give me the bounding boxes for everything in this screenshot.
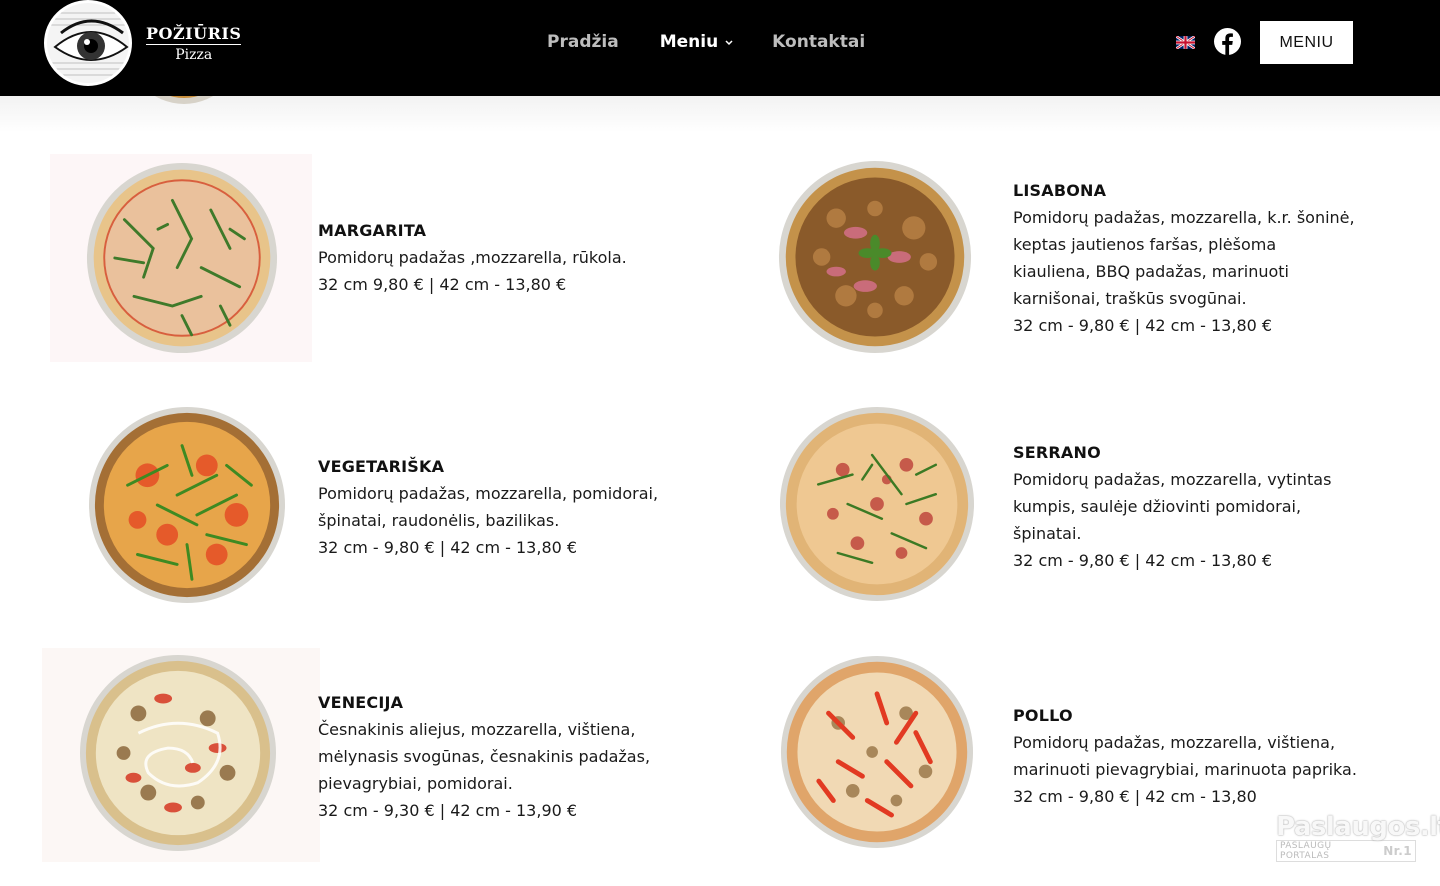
logo-subtitle: Pizza	[175, 46, 213, 63]
pizza-name: VENECIJA	[318, 693, 404, 712]
pizza-name: POLLO	[1013, 706, 1073, 725]
pizza-price: 32 cm - 9,30 € | 42 cm - 13,90 €	[318, 801, 578, 820]
pizza-name: MARGARITA	[318, 221, 427, 240]
pizza-image-margarita	[86, 162, 278, 354]
uk-flag-icon[interactable]	[1176, 36, 1195, 49]
facebook-icon[interactable]	[1214, 28, 1241, 55]
pizza-price: 32 cm - 9,80 € | 42 cm - 13,80 €	[1013, 551, 1273, 570]
pizza-image-serrano	[779, 406, 975, 602]
main-nav: Pradžia Meniu Kontaktai	[547, 0, 865, 84]
watermark: Paslaugos.lt PASLAUGŲ PORTALAS Nr.1	[1276, 812, 1440, 864]
pizza-image-vegetariska	[88, 406, 286, 604]
pizza-description: Pomidorų padažas, mozzarella, vištiena, …	[1013, 733, 1357, 779]
pizza-price: 32 cm - 9,80 € | 42 cm - 13,80	[1013, 787, 1257, 806]
pizza-description: Pomidorų padažas, mozzarella, vytintas k…	[1013, 470, 1332, 543]
pizza-name: VEGETARIŠKA	[318, 457, 445, 476]
pizza-description: Pomidorų padažas, mozzarella, pomidorai,…	[318, 484, 659, 530]
pizza-description: Česnakinis aliejus, mozzarella, vištiena…	[318, 720, 651, 793]
logo-title: POŽIŪRIS	[146, 23, 242, 45]
pizza-image-venecija	[79, 654, 277, 852]
pizza-price: 32 cm - 9,80 € | 42 cm - 13,80 €	[1013, 316, 1273, 335]
chevron-down-icon	[725, 40, 733, 46]
pizza-description: Pomidorų padažas ,mozzarella, rūkola.	[318, 248, 627, 267]
watermark-main: Paslaugos.lt	[1276, 812, 1440, 842]
pizza-image-pollo	[780, 655, 974, 849]
nav-link-menu-label: Meniu	[659, 32, 719, 52]
pizza-price: 32 cm 9,80 € | 42 cm - 13,80 €	[318, 275, 567, 294]
watermark-sub: PASLAUGŲ PORTALAS	[1280, 841, 1332, 861]
logo-eye-icon	[44, 0, 132, 86]
pizza-image-lisabona	[778, 160, 972, 354]
pizza-name: SERRANO	[1013, 443, 1101, 462]
pizza-name: LISABONA	[1013, 181, 1107, 200]
site-header: POŽIŪRIS Pizza Pradžia Meniu Kontaktai M…	[0, 0, 1440, 96]
nav-link-menu[interactable]: Meniu	[660, 32, 734, 52]
pizza-price: 32 cm - 9,80 € | 42 cm - 13,80 €	[318, 538, 578, 557]
pizza-description: Pomidorų padažas, mozzarella, k.r. šonin…	[1013, 208, 1355, 308]
site-logo[interactable]: POŽIŪRIS Pizza	[44, 0, 242, 86]
watermark-nr: Nr.1	[1383, 844, 1412, 858]
nav-link-home[interactable]: Pradžia	[547, 32, 619, 52]
nav-link-contacts[interactable]: Kontaktai	[772, 32, 865, 52]
menu-button[interactable]: MENIU	[1260, 21, 1353, 64]
